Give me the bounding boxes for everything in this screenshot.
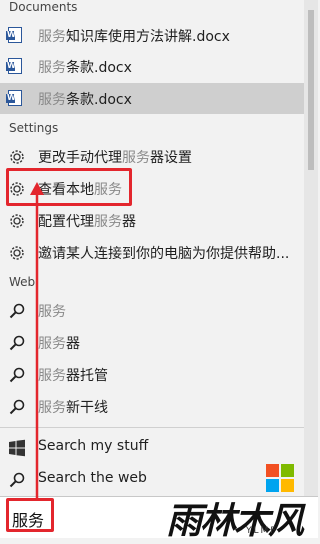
word-doc-icon xyxy=(6,58,26,76)
scrollbar-thumb[interactable] xyxy=(308,10,314,170)
microsoft-logo-icon xyxy=(266,464,294,492)
gear-icon xyxy=(8,148,26,166)
document-result[interactable]: 服务条款.docx xyxy=(0,51,304,82)
word-doc-icon xyxy=(6,90,26,108)
document-result[interactable]: 服务知识库使用方法讲解.docx xyxy=(0,20,304,51)
document-result-label: 服务条款.docx xyxy=(38,92,132,108)
watermark-logo: 雨林木风 xyxy=(166,500,304,542)
document-result-label: 服务条款.docx xyxy=(38,60,132,76)
scrollbar[interactable] xyxy=(304,0,318,537)
document-result-selected[interactable]: 服务条款.docx xyxy=(0,83,304,114)
section-header-documents: Documents xyxy=(9,0,78,14)
word-doc-icon xyxy=(6,27,26,45)
watermark-sub: YLMF xyxy=(246,526,278,536)
annotation-arrow-icon xyxy=(30,182,44,500)
annotation-box-search-input xyxy=(6,498,54,532)
document-result-label: 服务知识库使用方法讲解.docx xyxy=(38,29,230,45)
search-my-stuff-label: Search my stuff xyxy=(38,438,149,454)
search-web-label: Search the web xyxy=(38,470,147,486)
settings-result-label: 邀请某人连接到你的电脑为你提供帮助... xyxy=(38,246,290,262)
settings-result-label: 更改手动代理服务器设置 xyxy=(38,150,192,166)
section-header-settings: Settings xyxy=(9,121,59,135)
